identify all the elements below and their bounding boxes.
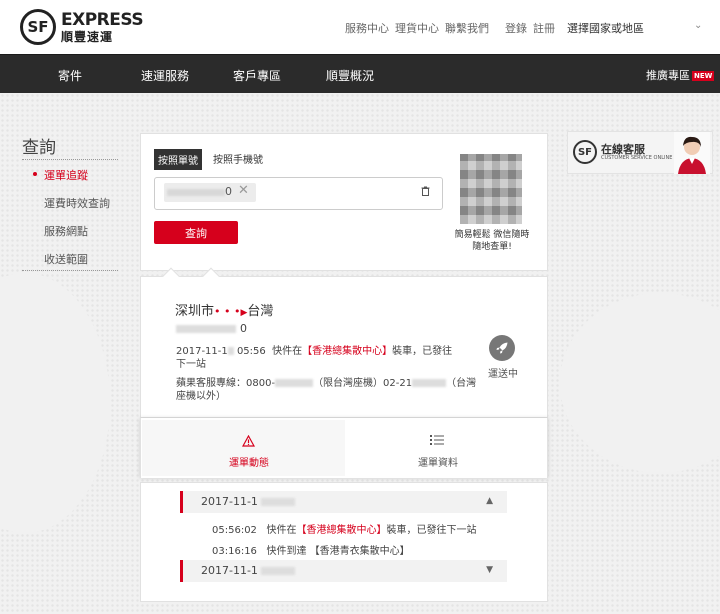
active-indicator-dot: [33, 172, 37, 176]
qr-caption: 簡易輕鬆 微信隨時 隨地查單!: [454, 230, 530, 252]
chevron-up-icon[interactable]: ▲: [486, 496, 493, 506]
link-service-center[interactable]: 服務中心: [345, 20, 389, 36]
timeline-event: 03:16:16 快件到達 【香港青衣集散中心】: [212, 546, 410, 557]
timeline-date-row-expanded[interactable]: 2017-11-1 ▲: [180, 491, 507, 513]
qr-code-image: [460, 154, 522, 224]
register-link[interactable]: 註冊: [533, 20, 555, 36]
close-icon[interactable]: ✕: [238, 183, 249, 198]
timeline-date: 2017-11-1: [201, 564, 258, 577]
query-button[interactable]: 查詢: [154, 221, 238, 244]
sidebar-item-freight-query[interactable]: 運費時效查詢: [44, 195, 110, 211]
sf-logo-icon: SF: [573, 140, 597, 164]
trash-icon[interactable]: [421, 186, 430, 199]
blurred-date-part: [261, 567, 295, 575]
chevron-down-icon[interactable]: ▼: [486, 565, 493, 575]
chevron-down-icon[interactable]: ⌄: [694, 20, 702, 31]
nav-item-about[interactable]: 順豐概況: [326, 67, 374, 84]
logo-chinese-text: 順豐速運: [61, 29, 114, 44]
sf-logo-icon: SF: [20, 9, 56, 45]
tab-waybill-dynamics-label[interactable]: 運單動態: [229, 454, 269, 469]
sidebar-divider-bottom: [22, 270, 118, 271]
timeline-date-row-collapsed[interactable]: 2017-11-1 ▼: [180, 560, 507, 582]
customer-service-hotline: 蘋果客服專線：0800- （限台灣座機）02-21 （台灣座機以外）: [176, 378, 477, 402]
main-nav: 寄件 速運服務 客戶專區 順豐概況 推廣專區 NEW: [0, 54, 720, 93]
new-badge: NEW: [692, 71, 715, 81]
route-origin: 深圳市: [175, 304, 215, 319]
alert-icon: [241, 434, 256, 450]
tab-waybill-info-label[interactable]: 運單資料: [418, 454, 458, 469]
timeline-date: 2017-11-1: [201, 495, 258, 508]
rocket-icon: [489, 335, 515, 361]
online-service-banner[interactable]: SF 在線客服 CUSTOMER SERVICE ONLINE: [567, 131, 713, 174]
blurred-waybill-number: [167, 189, 225, 196]
top-header: SF EXPRESS 順豐速運 服務中心 理貨中心 聯繫我們 登錄 註冊 選擇國…: [0, 0, 720, 54]
online-service-subtitle: CUSTOMER SERVICE ONLINE: [601, 155, 673, 161]
nav-item-customer-zone[interactable]: 客戶專區: [233, 67, 281, 84]
blurred-date-part: [261, 498, 295, 506]
waybill-number-tail: 0: [240, 322, 247, 335]
sidebar-divider: [22, 159, 118, 160]
tab-by-phone[interactable]: 按照手機號: [213, 151, 263, 166]
list-icon: [430, 434, 444, 450]
tab-by-waybill[interactable]: 按照單號: [154, 149, 202, 170]
logo-english-text: EXPRESS: [61, 9, 144, 30]
sidebar-item-service-points[interactable]: 服務網點: [44, 223, 88, 239]
nav-item-send[interactable]: 寄件: [58, 67, 82, 84]
link-contact-us[interactable]: 聯繫我們: [445, 20, 489, 36]
nav-item-promotions[interactable]: 推廣專區 NEW: [646, 67, 715, 83]
blurred-waybill-number: [176, 325, 236, 333]
region-selector[interactable]: 選擇國家或地區: [567, 20, 644, 36]
timeline-event: 05:56:02 快件在【香港總集散中心】裝車，已發往下一站: [212, 525, 477, 536]
latest-status: 2017-11-1 05:56 快件在【香港總集散中心】裝車，已發往下一站: [176, 346, 453, 370]
sidebar-item-delivery-range[interactable]: 收送範圍: [44, 251, 88, 267]
transit-status-label: 運送中: [488, 369, 518, 380]
route-dots: • • •: [214, 305, 241, 318]
login-link[interactable]: 登錄: [505, 20, 527, 36]
shipment-route: 深圳市• • •▶台灣: [175, 300, 273, 319]
sidebar-title: 查詢: [22, 138, 56, 158]
link-logistics-center[interactable]: 理貨中心: [395, 20, 439, 36]
route-destination: 台灣: [247, 304, 274, 319]
sidebar-item-waybill-tracking[interactable]: 運單追蹤: [44, 167, 88, 183]
waybill-chip-text: 0: [225, 185, 232, 198]
service-agent-avatar: [674, 132, 710, 174]
nav-item-express-services[interactable]: 速運服務: [141, 67, 189, 84]
sf-express-logo[interactable]: SF EXPRESS 順豐速運: [20, 9, 144, 45]
